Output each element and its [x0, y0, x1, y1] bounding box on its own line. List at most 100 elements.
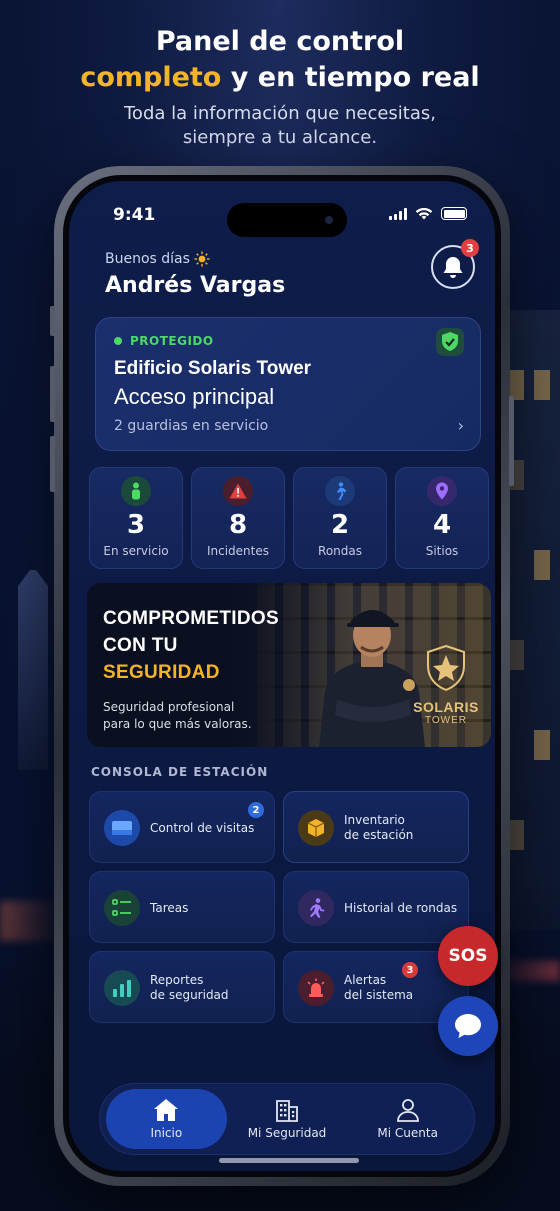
running-icon	[298, 890, 334, 926]
walking-icon	[325, 476, 355, 506]
home-indicator	[219, 1158, 359, 1163]
headline-line1: Panel de control	[155, 26, 405, 57]
banner-title-line1: COMPROMETIDOS	[103, 608, 279, 629]
banner-title: COMPROMETIDOS CON TU SEGURIDAD	[103, 605, 279, 686]
tile-label: Control de visitas	[150, 820, 255, 835]
status-bar: 9:41	[69, 199, 495, 237]
bell-icon	[443, 257, 463, 278]
tile-label: Reportes	[150, 973, 204, 987]
background-tower	[18, 570, 48, 770]
chevron-right-icon: ›	[457, 416, 464, 435]
promo-banner[interactable]: SOLARIS TOWER COMPROMETIDOS CON TU SEGUR…	[87, 583, 491, 747]
tab-label: Mi Seguridad	[247, 1126, 327, 1140]
banner-desc-line1: Seguridad profesional	[103, 700, 235, 714]
app-screen: 9:41 Buenos días Andrés Vargas 3 PROTEGI…	[63, 175, 501, 1177]
headline-sub-line2: siempre a tu alcance.	[182, 127, 378, 148]
chat-button[interactable]	[438, 996, 498, 1056]
stat-on-duty[interactable]: 3 En servicio	[89, 467, 183, 569]
stats-row: 3 En servicio 8 Incidentes 2 Rondas 4 Si…	[89, 467, 489, 569]
tile-badge: 2	[248, 802, 264, 818]
banner-desc-line2: para lo que más valoras.	[103, 717, 252, 731]
tile-label-line2: de estación	[344, 828, 414, 842]
home-icon	[154, 1099, 179, 1121]
tab-label: Mi Cuenta	[377, 1126, 438, 1140]
location-pin-icon	[427, 476, 457, 506]
tile-label-line2: del sistema	[344, 988, 414, 1002]
phone-side-button	[509, 396, 514, 486]
solaris-logo: SOLARIS TOWER	[411, 644, 481, 726]
user-name: Andrés Vargas	[105, 273, 286, 298]
tile-label: Tareas	[150, 900, 189, 915]
stat-value: 2	[330, 510, 350, 540]
tab-home[interactable]: Inicio	[106, 1089, 227, 1149]
sun-icon	[194, 251, 210, 267]
battery-icon	[441, 207, 467, 220]
phone-side-button	[50, 366, 55, 422]
site-status: PROTEGIDO	[130, 334, 214, 348]
notification-badge: 3	[461, 239, 479, 257]
user-icon	[396, 1099, 419, 1122]
headline-line2: completo y en tiempo real	[0, 60, 560, 96]
phone-side-button	[50, 436, 55, 492]
logo-subtext: TOWER	[424, 715, 468, 726]
headline-rest: y en tiempo real	[221, 62, 480, 93]
tile-tasks[interactable]: Tareas	[89, 871, 275, 943]
tab-my-security[interactable]: Mi Seguridad	[227, 1089, 348, 1149]
person-icon	[121, 476, 151, 506]
alarm-icon	[298, 970, 334, 1006]
tab-my-account[interactable]: Mi Cuenta	[347, 1089, 468, 1149]
stat-rounds[interactable]: 2 Rondas	[293, 467, 387, 569]
box-icon	[298, 810, 334, 846]
bottom-tab-bar: Inicio Mi Seguridad Mi Cuenta	[99, 1083, 475, 1155]
id-card-icon	[104, 810, 140, 846]
tile-label-line2: de seguridad	[150, 988, 229, 1002]
access-point: Acceso principal	[114, 384, 275, 409]
greeting: Buenos días Andrés Vargas	[105, 251, 285, 298]
status-time: 9:41	[113, 205, 156, 225]
guards-on-duty: 2 guardias en servicio	[114, 418, 269, 434]
tile-label: Alertas	[344, 973, 387, 987]
warning-icon	[223, 476, 253, 506]
greeting-salutation: Buenos días	[105, 251, 190, 267]
headline-sub-line1: Toda la información que necesitas,	[124, 103, 436, 124]
phone-side-button	[50, 306, 55, 336]
stat-value: 3	[126, 510, 146, 540]
shield-check-icon	[436, 328, 464, 356]
headline-sub: Toda la información que necesitas, siemp…	[0, 102, 560, 150]
stat-label: Incidentes	[206, 544, 270, 558]
chat-bubble-icon	[455, 1014, 481, 1038]
stat-value: 8	[228, 510, 248, 540]
tile-visitor-control[interactable]: Control de visitas 2	[89, 791, 275, 863]
banner-description: Seguridad profesional para lo que más va…	[103, 699, 252, 733]
bar-chart-icon	[104, 970, 140, 1006]
stat-label: Rondas	[318, 544, 362, 558]
checklist-icon	[104, 890, 140, 926]
site-status-card[interactable]: PROTEGIDO Edificio Solaris Tower Acceso …	[95, 317, 481, 451]
tile-rounds-history[interactable]: Historial de rondas	[283, 871, 469, 943]
dynamic-island	[227, 203, 347, 237]
status-dot	[114, 337, 122, 345]
tile-label: Historial de rondas	[344, 900, 458, 915]
sos-button[interactable]: SOS	[438, 926, 498, 986]
notifications-button[interactable]: 3	[431, 239, 479, 289]
stat-label: Sitios	[425, 544, 459, 558]
wifi-icon	[415, 207, 433, 220]
tile-label: Inventario	[344, 813, 405, 827]
stat-value: 4	[432, 510, 452, 540]
banner-title-line2: CON TU	[103, 635, 178, 656]
headline-accent: completo	[80, 62, 222, 93]
banner-title-line3: SEGURIDAD	[103, 662, 220, 683]
tile-station-inventory[interactable]: Inventario de estación	[283, 791, 469, 863]
signal-icon	[389, 207, 407, 220]
stat-incidents[interactable]: 8 Incidentes	[191, 467, 285, 569]
tab-label: Inicio	[150, 1126, 183, 1140]
tile-security-reports[interactable]: Reportes de seguridad	[89, 951, 275, 1023]
marketing-headline: Panel de control completo y en tiempo re…	[0, 24, 560, 150]
building-icon	[276, 1100, 298, 1122]
logo-text: SOLARIS	[413, 699, 479, 715]
stat-label: En servicio	[103, 544, 169, 558]
stat-sites[interactable]: 4 Sitios	[395, 467, 489, 569]
background-light-trail	[0, 901, 60, 941]
tile-badge: 3	[402, 962, 418, 978]
console-section-title: CONSOLA DE ESTACIÓN	[91, 765, 269, 779]
